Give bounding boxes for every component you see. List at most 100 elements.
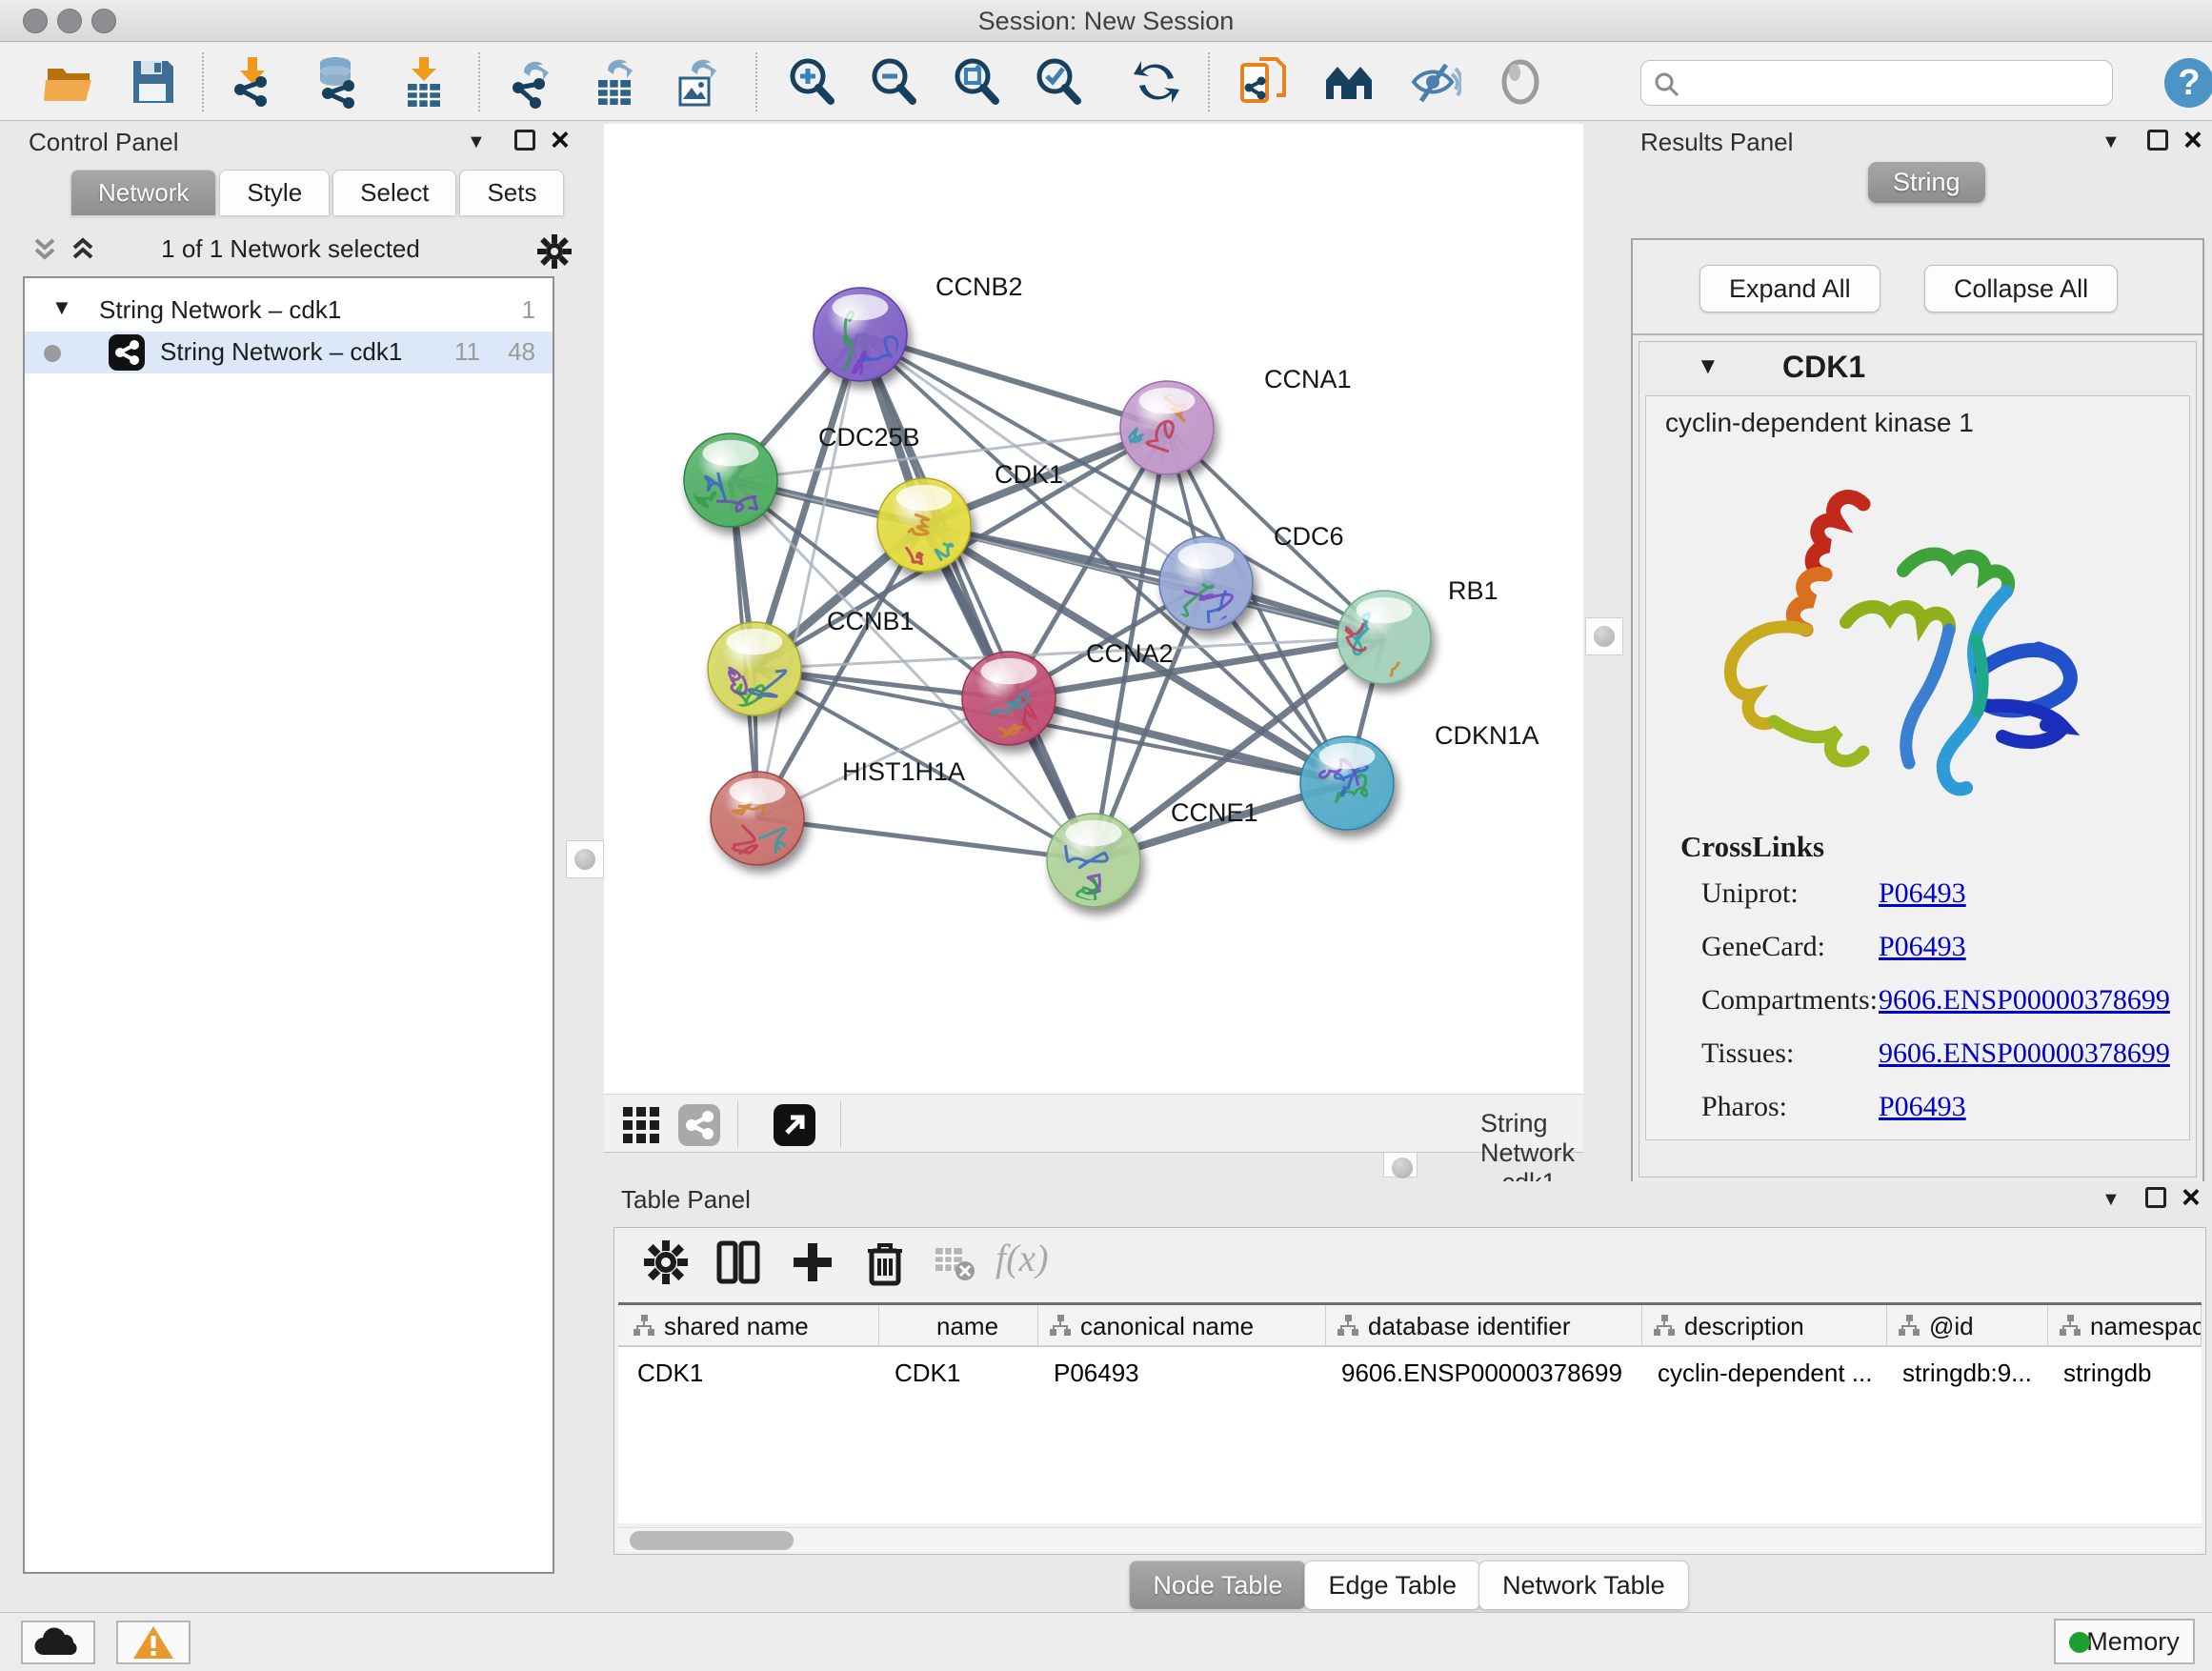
crosslink-link[interactable]: P06493	[1879, 931, 1966, 963]
panel-float-icon[interactable]	[514, 130, 535, 151]
node-label-RB1: RB1	[1448, 576, 1498, 605]
table-cell[interactable]: CDK1	[637, 1359, 875, 1388]
help-icon[interactable]: ?	[2164, 58, 2212, 108]
crosslink-row: Compartments:9606.ENSP00000378699	[1680, 984, 1824, 1037]
network-edge-CCNB2-HIST1H1A[interactable]	[757, 334, 860, 818]
network-row[interactable]: String Network – cdk1 11 48	[25, 332, 553, 373]
gene-header-row[interactable]: ▼ CDK1	[1639, 342, 2196, 392]
network-node-CDKN1A[interactable]: CDKN1A	[1300, 721, 1539, 830]
network-collection-row[interactable]: ▼ String Network – cdk1 1	[25, 290, 553, 332]
cytoscape-window: Session: New Session	[0, 0, 2212, 1671]
panel-menu-icon[interactable]: ▼	[2101, 1189, 2121, 1211]
zoom-out-icon[interactable]	[867, 55, 920, 109]
column-header-namespace[interactable]: namespace	[2048, 1305, 2202, 1347]
toolbar-separator	[478, 52, 480, 111]
add-column-icon[interactable]	[788, 1238, 837, 1287]
tab-sets[interactable]: Sets	[459, 170, 564, 215]
table-panel-title: Table Panel	[621, 1185, 751, 1215]
collection-expander-icon[interactable]: ▼	[51, 295, 72, 320]
right-splitter-grip[interactable]	[1585, 617, 1623, 655]
search-input[interactable]	[1691, 65, 2101, 101]
zoom-selected-icon[interactable]	[1032, 55, 1085, 109]
panel-close-icon[interactable]: ×	[2183, 130, 2202, 151]
scrollbar-thumb[interactable]	[630, 1531, 794, 1550]
warnings-button[interactable]	[116, 1621, 191, 1664]
apply-layout-icon[interactable]	[1130, 55, 1183, 109]
tab-style[interactable]: Style	[219, 170, 330, 215]
collapse-all-button[interactable]: Collapse All	[1924, 265, 2118, 312]
first-neighbors-icon[interactable]	[1322, 55, 1376, 109]
bottom-splitter-grip[interactable]	[1383, 1149, 1418, 1178]
tab-network[interactable]: Network	[70, 170, 216, 215]
crosslink-link[interactable]: 9606.ENSP00000378699	[1879, 984, 2170, 1017]
export-network-icon[interactable]	[505, 55, 558, 109]
network-node-HIST1H1A[interactable]: HIST1H1A	[711, 757, 965, 865]
import-table-icon[interactable]	[396, 55, 450, 109]
network-edge-count: 48	[508, 337, 535, 367]
crosslinks-section: CrossLinks Uniprot:P06493GeneCard:P06493…	[1680, 830, 1824, 1144]
panel-float-icon[interactable]	[2145, 1187, 2166, 1208]
network-edge-HIST1H1A-CCNE1[interactable]	[757, 818, 1094, 860]
table-cell[interactable]: stringdb:9...	[1902, 1359, 2044, 1388]
column-header-id[interactable]: @id	[1887, 1305, 2048, 1347]
left-splitter-grip[interactable]	[566, 840, 604, 878]
open-in-window-icon[interactable]	[774, 1104, 815, 1146]
column-header-name[interactable]: name	[879, 1305, 1038, 1347]
column-header-canonical-name[interactable]: canonical name	[1038, 1305, 1326, 1347]
table-cell[interactable]: stringdb	[2063, 1359, 2198, 1388]
show-graphics-details-icon[interactable]	[1408, 55, 1461, 109]
panel-close-icon[interactable]: ×	[551, 130, 570, 151]
function-builder-icon[interactable]: f(x)	[995, 1236, 1049, 1280]
column-header-description[interactable]: description	[1642, 1305, 1887, 1347]
tab-node-table[interactable]: Node Table	[1129, 1560, 1306, 1610]
panel-close-icon[interactable]: ×	[2182, 1187, 2201, 1208]
table-cell[interactable]: CDK1	[895, 1359, 1035, 1388]
table-row[interactable]: CDK1 CDK1 P06493 9606.ENSP00000378699 cyclin…	[618, 1349, 2202, 1391]
cloud-button[interactable]	[21, 1621, 95, 1664]
panel-menu-icon[interactable]: ▼	[467, 131, 486, 153]
show-columns-icon[interactable]	[714, 1238, 763, 1287]
expand-all-button[interactable]: Expand All	[1699, 265, 1880, 312]
export-image-icon[interactable]	[671, 55, 724, 109]
table-cell[interactable]: P06493	[1054, 1359, 1322, 1388]
network-canvas[interactable]: CCNB2CCNA1CDC25BCDK1CDC6RB1CCNB1CCNA2CDK…	[604, 124, 1583, 1094]
gene-details: cyclin-dependent kinase 1	[1645, 395, 2190, 1140]
tab-network-table[interactable]: Network Table	[1478, 1560, 1689, 1610]
tab-string[interactable]: String	[1868, 162, 1985, 203]
open-session-icon[interactable]	[42, 55, 95, 109]
column-header-shared-name[interactable]: shared name	[622, 1305, 879, 1347]
gear-icon[interactable]	[535, 232, 573, 271]
column-header-database-identifier[interactable]: database identifier	[1326, 1305, 1642, 1347]
network-edge-CCNB2-CCNA1[interactable]	[860, 334, 1167, 428]
birds-eye-view-icon[interactable]	[1494, 55, 1547, 109]
crosslink-link[interactable]: P06493	[1879, 1091, 1966, 1123]
crosslink-link[interactable]: 9606.ENSP00000378699	[1879, 1037, 2170, 1070]
panel-float-icon[interactable]	[2147, 130, 2168, 151]
network-node-RB1[interactable]: RB1	[1337, 576, 1498, 709]
network-from-selection-icon[interactable]	[1238, 55, 1292, 109]
export-table-icon[interactable]	[589, 55, 642, 109]
zoom-in-icon[interactable]	[785, 55, 838, 109]
delete-column-icon[interactable]	[860, 1238, 910, 1287]
tab-select[interactable]: Select	[332, 170, 456, 215]
network-node-CCNA1[interactable]: CCNA1	[1119, 365, 1352, 474]
table-cell[interactable]: cyclin-dependent ...	[1658, 1359, 1883, 1388]
panel-menu-icon[interactable]: ▼	[2101, 131, 2121, 153]
tab-edge-table[interactable]: Edge Table	[1304, 1560, 1480, 1610]
table-header-row: shared namenamecanonical namedatabase id…	[618, 1305, 2202, 1347]
zoom-fit-icon[interactable]	[950, 55, 1003, 109]
gear-icon[interactable]	[641, 1238, 691, 1287]
save-session-icon[interactable]	[126, 55, 179, 109]
delete-table-icon[interactable]	[933, 1238, 976, 1287]
memory-button[interactable]: Memory	[2054, 1619, 2195, 1664]
horizontal-scrollbar[interactable]	[618, 1527, 2202, 1552]
collection-label: String Network – cdk1	[99, 295, 341, 325]
crosslink-link[interactable]: P06493	[1879, 877, 1966, 910]
table-cell[interactable]: 9606.ENSP00000378699	[1341, 1359, 1639, 1388]
node-label-CCNA2: CCNA2	[1086, 639, 1174, 668]
grid-view-icon[interactable]	[621, 1105, 661, 1145]
network-share-view-icon[interactable]	[678, 1104, 720, 1146]
gene-expander-icon[interactable]: ▼	[1697, 353, 1719, 380]
import-network-file-icon[interactable]	[225, 55, 278, 109]
import-network-database-icon[interactable]	[311, 55, 364, 109]
